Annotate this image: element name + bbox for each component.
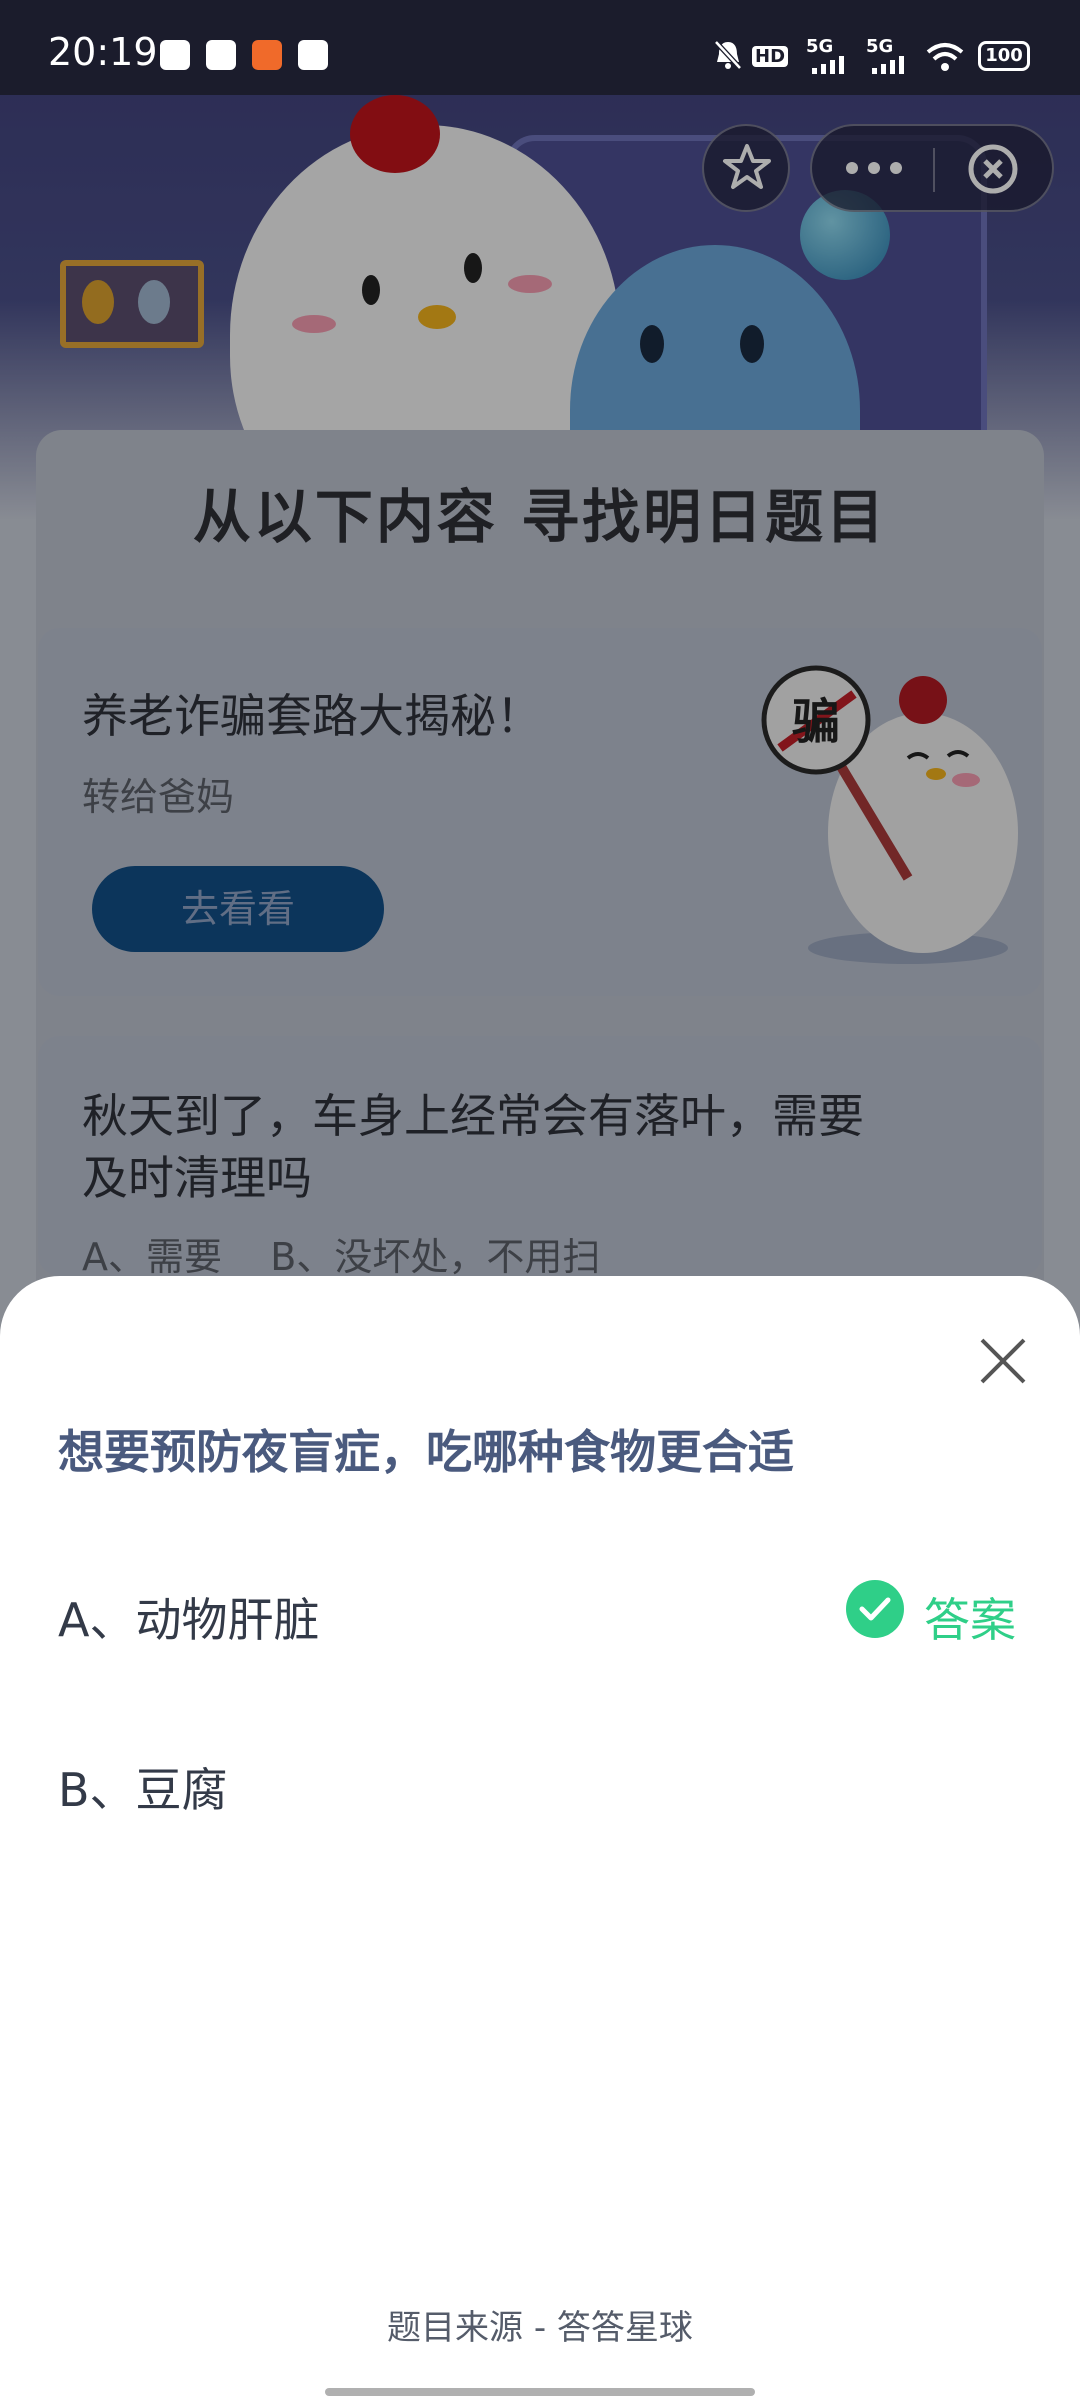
wifi-icon (926, 43, 964, 71)
screen: 从以下内容 寻找明日题目 养老诈骗套路大揭秘！ 转给爸妈 去看看 骗 秋天到了，… (0, 0, 1080, 2400)
close-icon (980, 1338, 1026, 1384)
option-b-label: B、豆腐 (58, 1763, 228, 1817)
status-time: 20:19 (48, 30, 158, 74)
question-text: 想要预防夜盲症，吃哪种食物更合适 (58, 1425, 794, 1479)
bell-muted-icon (714, 40, 742, 70)
sheet-close-button[interactable] (968, 1326, 1038, 1396)
hd-indicator: HD (752, 46, 789, 67)
network-5g-label-2: 5G (866, 36, 894, 57)
network-5g-label-1: 5G (806, 36, 834, 57)
app-notification-icon (252, 40, 282, 70)
status-bar: 20:19 HD 5G 5G 100 (0, 0, 1080, 95)
answer-label: 答案 (924, 1593, 1016, 1647)
option-a-label: A、动物肝脏 (58, 1593, 320, 1647)
question-source: 题目来源 - 答答星球 (387, 2308, 693, 2348)
clipboard-check-icon (160, 40, 190, 70)
home-indicator[interactable] (325, 2388, 755, 2396)
check-circle-icon (846, 1580, 904, 1638)
signal-bars-icon-2 (872, 56, 904, 74)
battery-indicator: 100 (978, 41, 1030, 71)
option-b-row[interactable]: B、豆腐 (0, 1714, 1080, 1844)
app-square-icon (298, 40, 328, 70)
option-a-row[interactable]: A、动物肝脏 答案 (0, 1544, 1080, 1674)
signal-bars-icon-1 (812, 56, 844, 74)
answer-bottom-sheet: 想要预防夜盲症，吃哪种食物更合适 A、动物肝脏 答案 B、豆腐 题目来源 - 答… (0, 1276, 1080, 2400)
video-play-icon (206, 40, 236, 70)
